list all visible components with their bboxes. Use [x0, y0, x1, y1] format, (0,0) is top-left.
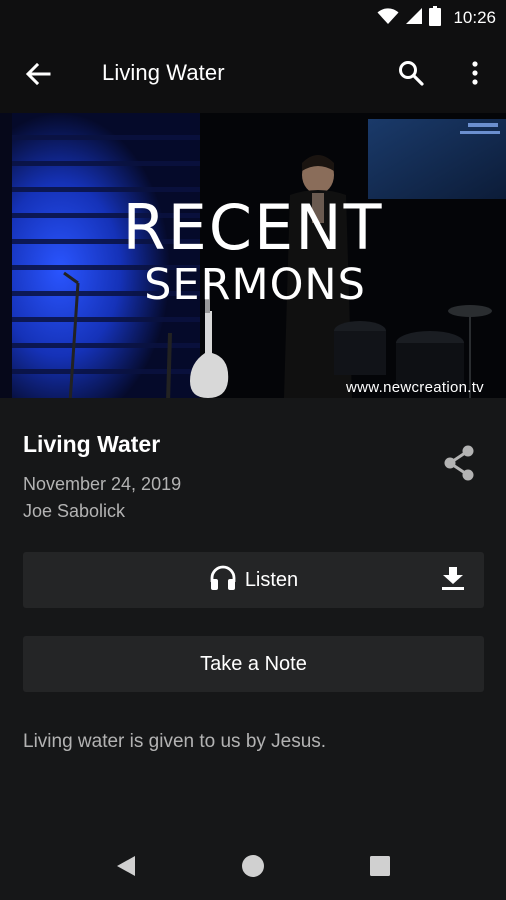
more-vertical-icon	[471, 60, 479, 90]
triangle-back-icon	[115, 854, 137, 883]
banner-heading-recent: RECENT	[122, 191, 384, 264]
system-navigation-bar	[0, 830, 506, 900]
banner-heading-sermons: SERMONS	[144, 260, 366, 310]
nav-back-button[interactable]	[106, 848, 146, 888]
search-button[interactable]	[392, 56, 430, 94]
status-icons: 10:26	[377, 5, 496, 31]
take-note-button[interactable]: Take a Note	[23, 636, 484, 692]
circle-home-icon	[241, 854, 265, 883]
status-time: 10:26	[453, 8, 496, 27]
share-icon	[442, 445, 476, 486]
wifi-icon	[377, 7, 399, 30]
battery-icon	[429, 5, 442, 31]
search-icon	[398, 60, 424, 91]
download-button[interactable]	[433, 564, 473, 596]
more-options-button[interactable]	[458, 56, 492, 94]
banner-url: www.newcreation.tv	[346, 379, 484, 396]
square-recents-icon	[369, 855, 391, 882]
nav-recents-button[interactable]	[360, 848, 400, 888]
nav-home-button[interactable]	[233, 848, 273, 888]
download-icon	[440, 565, 466, 596]
listen-label: Listen	[244, 568, 299, 591]
listen-button[interactable]: Listen	[23, 552, 484, 608]
listen-button-content: Listen	[23, 552, 484, 608]
share-button[interactable]	[438, 444, 480, 486]
take-note-label: Take a Note	[200, 652, 307, 675]
sermon-date: November 24, 2019	[23, 474, 182, 494]
app-bar: Living Water	[0, 36, 506, 113]
back-button[interactable]	[20, 58, 56, 94]
sermon-banner-image: RECENT SERMONS www.newcreation.tv	[0, 113, 506, 398]
sermon-title: Living Water	[23, 431, 161, 457]
headphones-icon	[209, 565, 237, 596]
status-bar: 10:26	[0, 0, 506, 36]
app-bar-title: Living Water	[102, 60, 225, 85]
arrow-left-icon	[25, 62, 51, 91]
sermon-description: Living water is given to us by Jesus.	[23, 731, 327, 752]
sermon-speaker: Joe Sabolick	[23, 501, 126, 521]
cell-signal-icon	[405, 7, 423, 30]
